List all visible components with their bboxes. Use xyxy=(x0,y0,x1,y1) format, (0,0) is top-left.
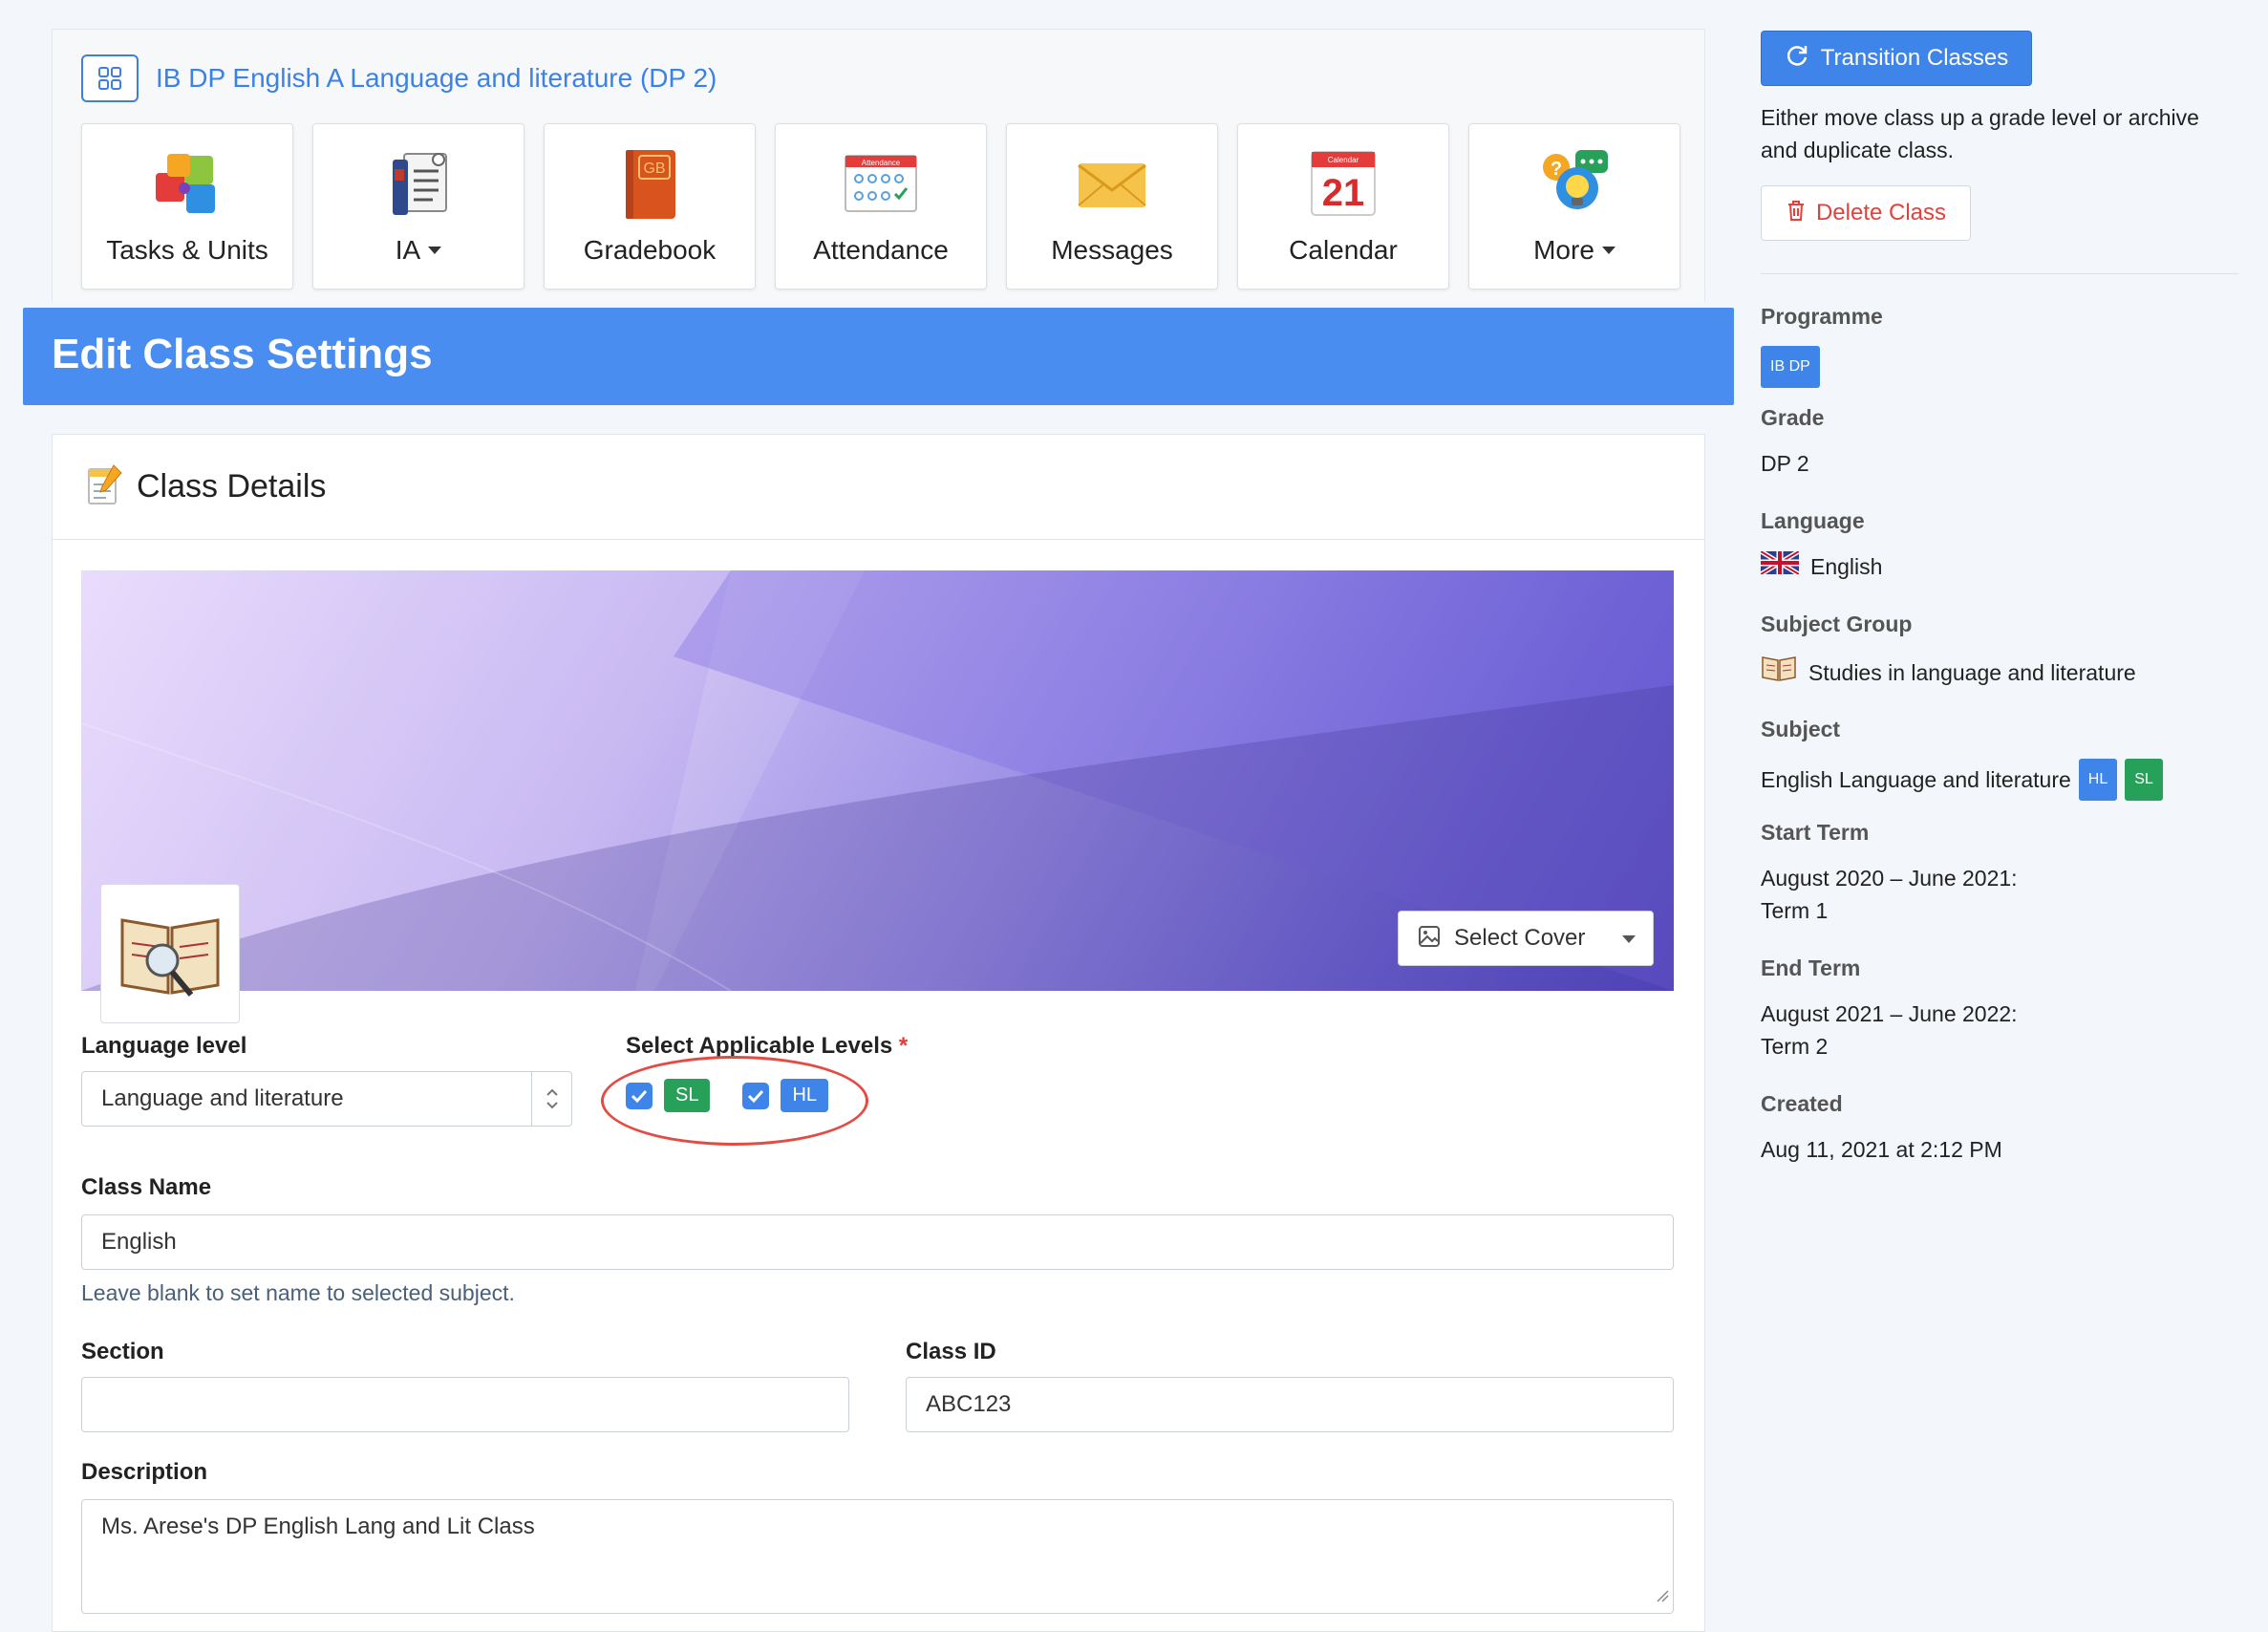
grade-label: Grade xyxy=(1761,405,1825,430)
subject-hl-badge: HL xyxy=(2078,759,2118,801)
class-header-card: IB DP English A Language and literature … xyxy=(52,29,1705,302)
description-label: Description xyxy=(81,1459,208,1485)
description-textarea[interactable]: Ms. Arese's DP English Lang and Lit Clas… xyxy=(81,1499,1674,1614)
calendar-icon: Calendar 21 xyxy=(1305,145,1381,222)
tile-gradebook[interactable]: GB Gradebook xyxy=(544,123,756,290)
end-term-label: End Term xyxy=(1761,956,1861,980)
trash-icon xyxy=(1786,199,1807,228)
required-mark: * xyxy=(898,1033,909,1059)
chevron-down-icon xyxy=(1601,247,1615,254)
class-details-title: Class Details xyxy=(137,468,327,505)
tile-messages[interactable]: Messages xyxy=(1006,123,1218,290)
attendance-icon: Attendance xyxy=(843,145,919,222)
programme-label: Programme xyxy=(1761,304,1883,329)
end-term-line2: Term 2 xyxy=(1761,1034,1829,1059)
page-title-banner: Edit Class Settings xyxy=(23,308,1734,405)
class-name-help: Leave blank to set name to selected subj… xyxy=(81,1280,515,1305)
class-header: IB DP English A Language and literature … xyxy=(81,54,717,102)
memo-icon xyxy=(85,463,123,510)
tile-label: Gradebook xyxy=(583,235,717,265)
ia-document-icon xyxy=(380,145,457,222)
chevron-down-icon xyxy=(428,247,442,254)
gradebook-icon-text: GB xyxy=(643,161,665,177)
end-term-line1: August 2021 – June 2022: xyxy=(1761,1001,2018,1026)
tile-label: More xyxy=(1533,235,1594,265)
class-details-header: Class Details xyxy=(53,435,1704,540)
language-level-select[interactable]: Language and literature xyxy=(81,1071,572,1127)
start-term-label: Start Term xyxy=(1761,820,1870,845)
subject-group-value: Studies in language and literature xyxy=(1808,659,2136,685)
start-term-line1: August 2020 – June 2021: xyxy=(1761,866,2018,891)
class-nav-tiles: Tasks & Units IA GB Gradebook Attendance… xyxy=(81,123,1680,290)
tile-calendar[interactable]: Calendar 21 Calendar xyxy=(1237,123,1449,290)
transition-description: Either move class up a grade level or ar… xyxy=(1761,105,2199,162)
delete-class-button[interactable]: Delete Class xyxy=(1761,185,1971,241)
language-value: English xyxy=(1810,554,1883,579)
resize-grip-icon[interactable] xyxy=(1656,1582,1669,1609)
page-title: Edit Class Settings xyxy=(52,331,433,377)
class-id-label: Class ID xyxy=(906,1339,996,1364)
class-details-card: Class Details Select Cover Language leve… xyxy=(52,434,1705,1632)
grid-icon[interactable] xyxy=(81,54,139,102)
tile-tasks-units[interactable]: Tasks & Units xyxy=(81,123,293,290)
select-cover-button[interactable]: Select Cover xyxy=(1398,911,1654,966)
tile-label: Attendance xyxy=(813,235,949,265)
language-level-label: Language level xyxy=(81,1033,247,1059)
refresh-icon xyxy=(1785,43,1809,75)
image-icon xyxy=(1418,925,1441,953)
puzzle-icon xyxy=(149,145,225,222)
chevron-down-icon xyxy=(1622,935,1636,943)
sidebar-divider xyxy=(1761,273,2238,274)
select-cover-label: Select Cover xyxy=(1454,925,1586,951)
transition-classes-label: Transition Classes xyxy=(1820,45,2009,71)
gradebook-icon: GB xyxy=(611,145,688,222)
grade-value: DP 2 xyxy=(1761,451,1809,476)
calendar-icon-top-text: Calendar xyxy=(1328,156,1359,164)
tile-attendance[interactable]: Attendance Attendance xyxy=(775,123,987,290)
subject-sl-badge: SL xyxy=(2125,759,2163,801)
attendance-icon-text: Attendance xyxy=(862,159,901,167)
start-term-line2: Term 1 xyxy=(1761,898,1829,923)
class-id-input[interactable]: ABC123 xyxy=(906,1377,1674,1432)
tile-label: Tasks & Units xyxy=(106,235,268,265)
main-column: IB DP English A Language and literature … xyxy=(0,0,1734,1632)
language-label: Language xyxy=(1761,508,1865,533)
class-name-label: Class Name xyxy=(81,1174,212,1200)
uk-flag-icon xyxy=(1759,548,1801,583)
section-label: Section xyxy=(81,1339,164,1364)
created-label: Created xyxy=(1761,1091,1843,1116)
subject-value: English Language and literature xyxy=(1761,767,2071,792)
programme-badge: IB DP xyxy=(1761,346,1820,388)
more-bulb-icon: ? xyxy=(1536,145,1613,222)
tile-more[interactable]: ? More xyxy=(1468,123,1680,290)
annotation-circle xyxy=(601,1056,868,1146)
book-icon xyxy=(1761,654,1797,691)
description-text: Ms. Arese's DP English Lang and Lit Clas… xyxy=(101,1514,535,1539)
applicable-levels-text: Select Applicable Levels xyxy=(626,1033,893,1059)
envelope-icon xyxy=(1074,145,1150,222)
tile-label: Calendar xyxy=(1289,235,1398,265)
tile-label: IA xyxy=(395,235,421,265)
class-name-input[interactable]: English xyxy=(81,1214,1674,1270)
subject-label: Subject xyxy=(1761,717,1841,741)
section-input[interactable] xyxy=(81,1377,849,1432)
tile-label: Messages xyxy=(1051,235,1173,265)
tile-ia[interactable]: IA xyxy=(312,123,524,290)
class-title-link[interactable]: IB DP English A Language and literature … xyxy=(156,63,717,94)
select-stepper-icon xyxy=(531,1072,571,1126)
transition-classes-button[interactable]: Transition Classes xyxy=(1761,31,2032,86)
language-level-value: Language and literature xyxy=(101,1085,344,1111)
calendar-icon-day-text: 21 xyxy=(1322,172,1365,214)
delete-class-label: Delete Class xyxy=(1815,200,1947,225)
subject-group-label: Subject Group xyxy=(1761,612,1913,636)
applicable-levels-label: Select Applicable Levels * xyxy=(626,1033,908,1060)
subject-book-icon xyxy=(100,884,240,1023)
created-value: Aug 11, 2021 at 2:12 PM xyxy=(1761,1137,2002,1162)
